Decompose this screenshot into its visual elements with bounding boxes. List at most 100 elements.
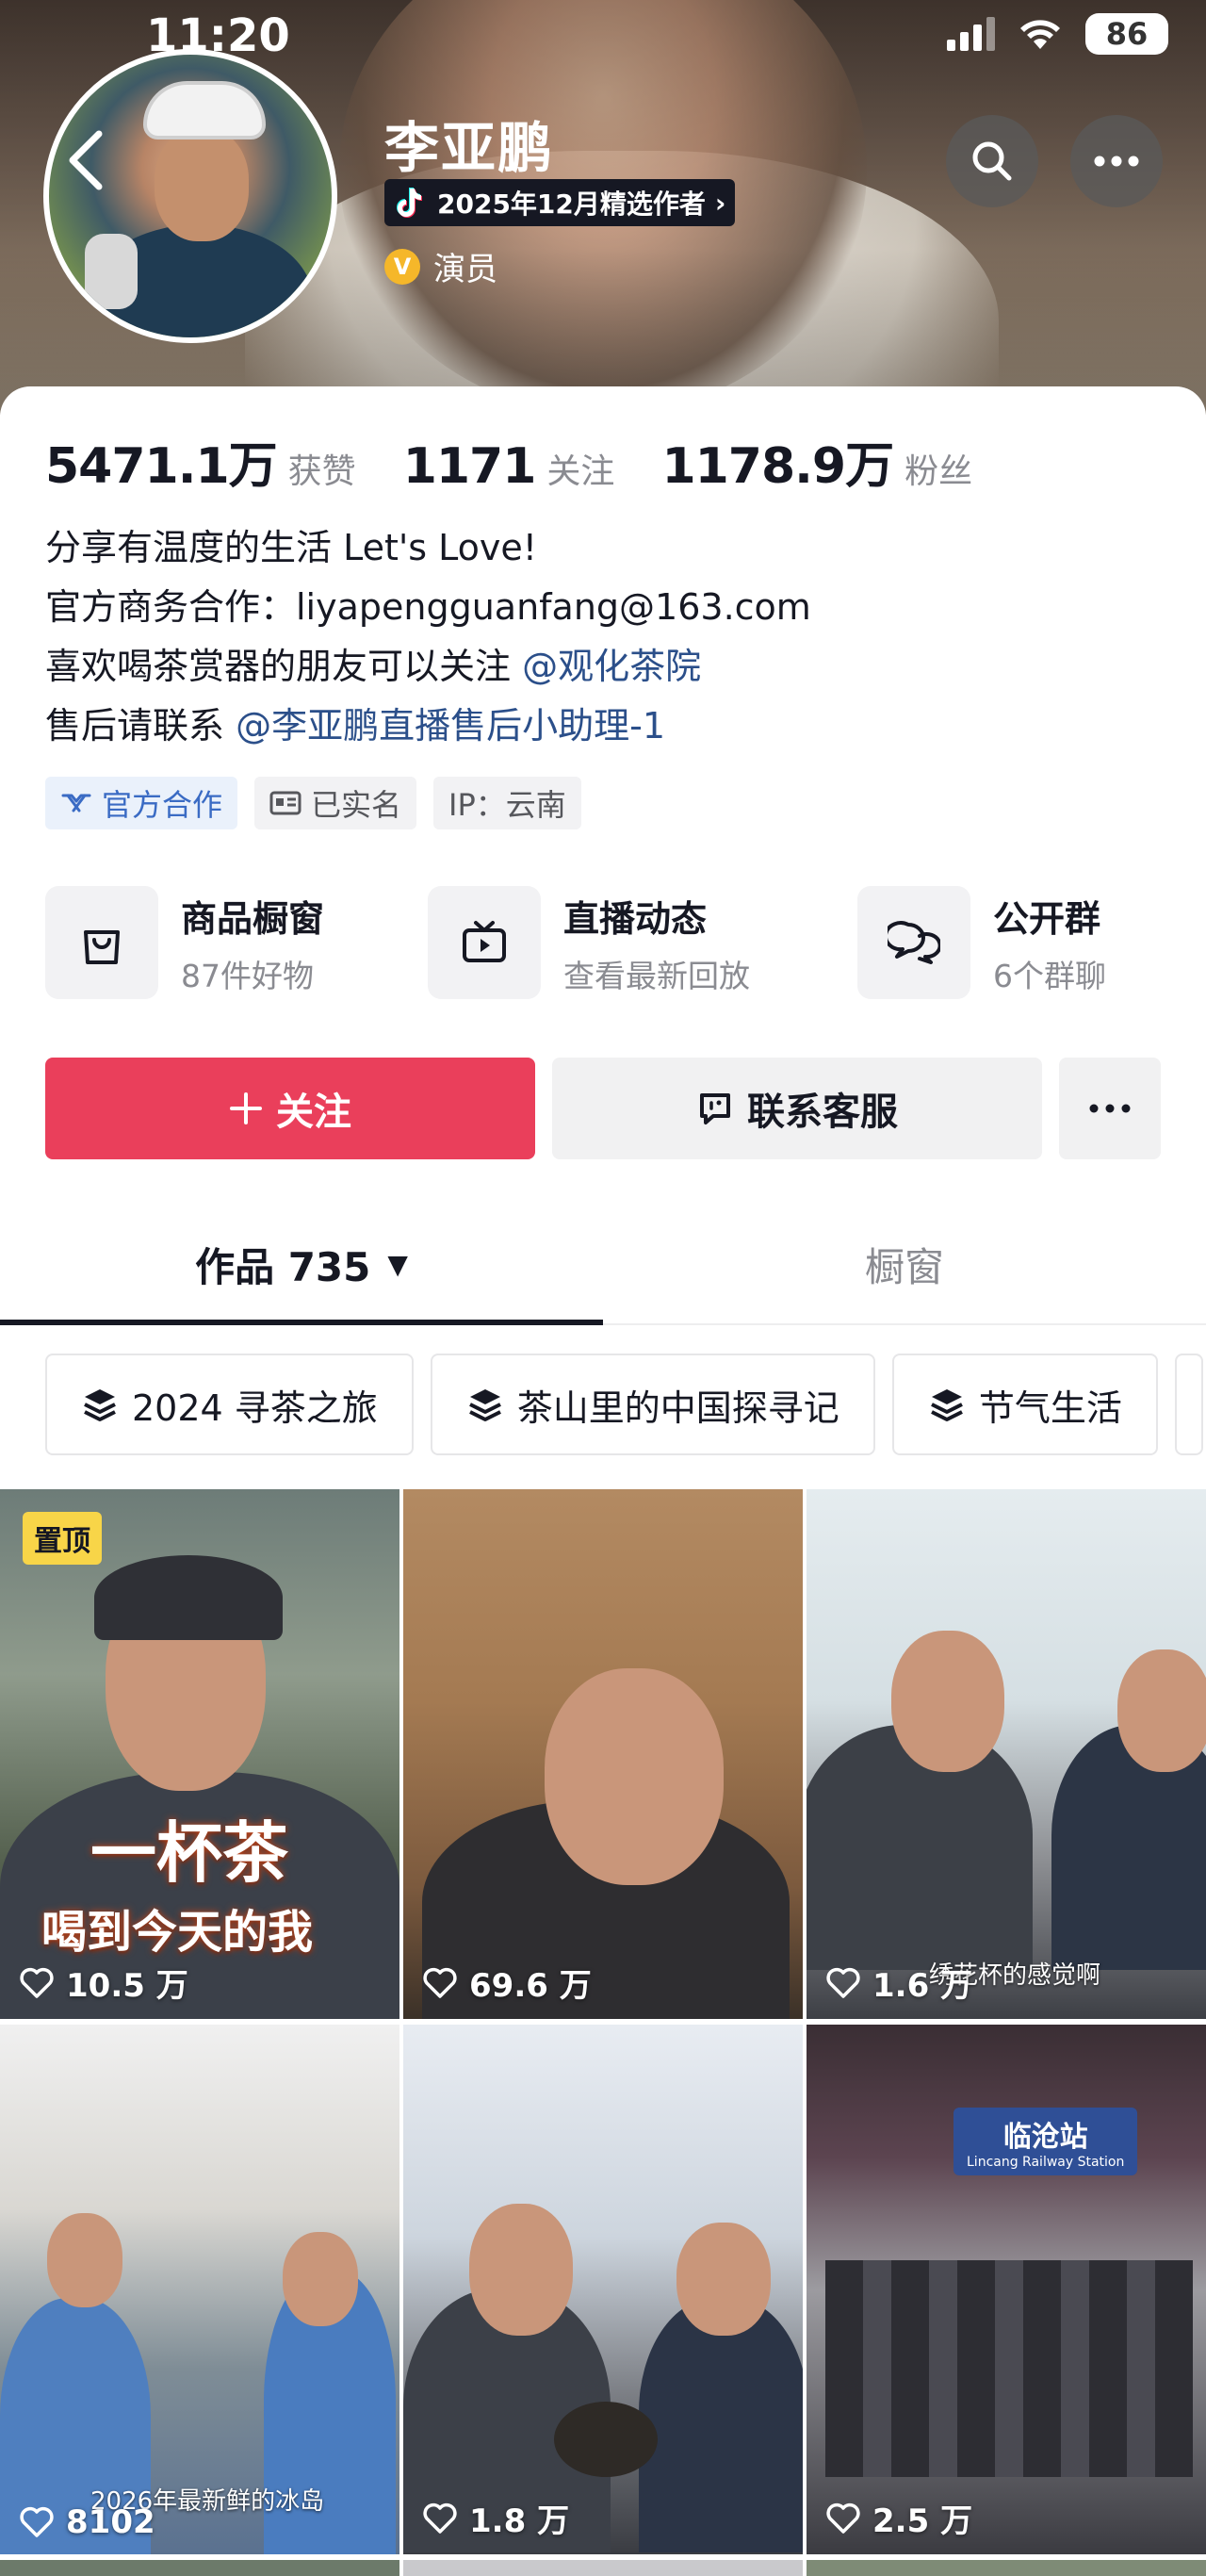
video-tile-partial[interactable] xyxy=(0,2560,399,2576)
bag-icon xyxy=(45,886,158,999)
customer-service-icon xyxy=(700,1093,730,1124)
contact-service-button[interactable]: 联系客服 xyxy=(552,1058,1042,1159)
collection-chip[interactable]: 节气生活 xyxy=(891,1354,1158,1455)
battery-indicator: 86 xyxy=(1085,13,1168,55)
back-arrow-icon xyxy=(69,130,103,190)
feature-title: 直播动态 xyxy=(563,897,708,940)
video-tile-partial[interactable] xyxy=(807,2560,1206,2576)
role-text: 演员 xyxy=(433,251,497,288)
video-thumbnail xyxy=(403,2025,803,2554)
feature-title: 公开群 xyxy=(993,897,1101,940)
video-tile-partial[interactable] xyxy=(403,2560,803,2576)
layers-icon xyxy=(468,1389,501,1421)
stat-followers[interactable]: 1178.9万 粉丝 xyxy=(661,426,972,497)
like-count: 69.6 万 xyxy=(422,1960,592,2006)
video-tile[interactable]: 置顶 一杯茶 喝到今天的我 10.5 万 xyxy=(0,1489,399,2019)
heart-icon xyxy=(423,2502,457,2534)
stat-label: 粉丝 xyxy=(904,452,973,491)
tab-showcase[interactable]: 橱窗 xyxy=(603,1203,1206,1325)
like-count: 2.5 万 xyxy=(825,2495,972,2541)
station-name: 临沧站 xyxy=(1002,2121,1088,2154)
collection-chips: 2024 寻茶之旅 茶山里的中国探寻记 节气生活 xyxy=(45,1354,1203,1455)
video-thumbnail xyxy=(403,1489,803,2019)
tab-label: 作品 735 xyxy=(195,1243,371,1290)
stat-label: 关注 xyxy=(546,452,615,491)
bio-text: 喜欢喝茶赏器的朋友可以关注 xyxy=(45,646,512,687)
feature-subtitle: 87件好物 xyxy=(181,957,314,994)
collection-label: 2024 寻茶之旅 xyxy=(132,1386,378,1429)
heart-icon xyxy=(20,1967,54,1998)
stat-following[interactable]: 1171 关注 xyxy=(403,438,615,495)
bio-text: 售后请联系 xyxy=(45,705,225,747)
like-count-text: 10.5 万 xyxy=(66,1967,188,2005)
active-tab-indicator xyxy=(0,1320,603,1325)
douyin-logo-icon xyxy=(390,184,428,222)
layers-icon xyxy=(84,1389,116,1421)
profile-name: 李亚鹏 xyxy=(384,116,555,180)
search-button[interactable] xyxy=(946,115,1038,207)
stat-value: 1171 xyxy=(402,438,537,495)
like-count-text: 8102 xyxy=(66,2503,155,2541)
collection-chip[interactable]: 2024 寻茶之旅 xyxy=(45,1354,414,1455)
mention-link[interactable]: @李亚鹏直播售后小助理-1 xyxy=(236,705,665,747)
heart-icon xyxy=(20,2506,54,2537)
video-overlay-title: 一杯茶 xyxy=(90,1814,288,1892)
pinned-badge: 置顶 xyxy=(23,1512,102,1565)
like-count: 8102 xyxy=(19,2503,155,2541)
tag-label: 已实名 xyxy=(311,787,402,823)
stat-likes[interactable]: 5471.1万 获赞 xyxy=(45,426,356,497)
more-options-button[interactable] xyxy=(1070,115,1163,207)
tab-label: 橱窗 xyxy=(864,1243,944,1290)
status-icons: 86 xyxy=(947,13,1168,55)
collection-label: 茶山里的中国探寻记 xyxy=(516,1386,839,1429)
action-more-button[interactable] xyxy=(1059,1058,1161,1159)
mention-link[interactable]: @观化茶院 xyxy=(522,646,701,687)
video-tile[interactable]: 2026年最新鲜的冰岛 8102 xyxy=(0,2025,399,2554)
chevron-right-icon: › xyxy=(714,187,726,219)
stats-row: 5471.1万 获赞 1171 关注 1178.9万 粉丝 xyxy=(45,426,1019,497)
bio-line: 分享有温度的生活 Let's Love! xyxy=(45,527,538,568)
collection-chip[interactable]: 茶山里的中国探寻记 xyxy=(430,1354,875,1455)
featured-author-badge[interactable]: 2025年12月精选作者 › xyxy=(384,179,736,226)
follow-button[interactable]: 关注 xyxy=(45,1058,535,1159)
video-overlay-subtitle: 喝到今天的我 xyxy=(41,1906,314,1959)
video-thumbnail xyxy=(807,2025,1206,2554)
follow-label: 关注 xyxy=(276,1091,351,1134)
tag-ip-location: IP：云南 xyxy=(433,777,581,829)
like-count-text: 2.5 万 xyxy=(872,2502,973,2540)
layers-icon xyxy=(930,1389,963,1421)
heart-icon xyxy=(423,1967,457,1998)
profile-header-banner: 11:20 86 李亚鹏 2025年12月精选作者 › V 演员 xyxy=(0,0,1206,415)
wifi-icon xyxy=(1020,20,1060,49)
content-tabs: 作品 735 ▼ 橱窗 xyxy=(0,1203,1206,1325)
feature-subtitle: 查看最新回放 xyxy=(563,957,750,994)
like-count-text: 69.6 万 xyxy=(469,1967,592,2005)
like-count: 10.5 万 xyxy=(19,1960,188,2006)
tag-label: 官方合作 xyxy=(102,787,223,823)
feature-public-groups[interactable]: 公开群 6个群聊 xyxy=(857,886,1106,999)
heart-icon xyxy=(826,1967,860,1998)
feature-title: 商品橱窗 xyxy=(181,897,325,940)
video-tile[interactable]: 绣花杯的感觉啊 1.6 万 xyxy=(807,1489,1206,2019)
tag-official-cooperation[interactable]: 官方合作 xyxy=(45,777,238,829)
feature-shop-window[interactable]: 商品橱窗 87件好物 xyxy=(45,886,324,999)
video-thumbnail xyxy=(0,2025,399,2554)
video-tile[interactable]: 69.6 万 xyxy=(403,1489,803,2019)
station-sign: 临沧站 Lincang Railway Station xyxy=(953,2108,1138,2175)
feature-live-updates[interactable]: 直播动态 查看最新回放 xyxy=(428,886,750,999)
like-count-text: 1.6 万 xyxy=(872,1967,973,2005)
verified-v-icon: V xyxy=(384,248,420,285)
handshake-icon xyxy=(61,794,91,812)
video-tile[interactable]: 临沧站 Lincang Railway Station 2.5 万 xyxy=(807,2025,1206,2554)
caret-down-icon: ▼ xyxy=(387,1248,408,1280)
tab-works[interactable]: 作品 735 ▼ xyxy=(0,1203,603,1325)
role-row: V 演员 xyxy=(384,243,497,289)
back-button[interactable] xyxy=(49,113,124,207)
bio-line: 售后请联系 @李亚鹏直播售后小助理-1 xyxy=(45,697,811,756)
profile-tags: 官方合作 已实名 IP：云南 xyxy=(45,777,581,829)
like-count-text: 1.8 万 xyxy=(469,2502,570,2540)
collection-chip-partial[interactable] xyxy=(1174,1354,1203,1455)
video-tile[interactable]: 1.8 万 xyxy=(403,2025,803,2554)
tag-verified-name: 已实名 xyxy=(254,777,417,829)
stat-value: 1178.9万 xyxy=(661,438,894,495)
